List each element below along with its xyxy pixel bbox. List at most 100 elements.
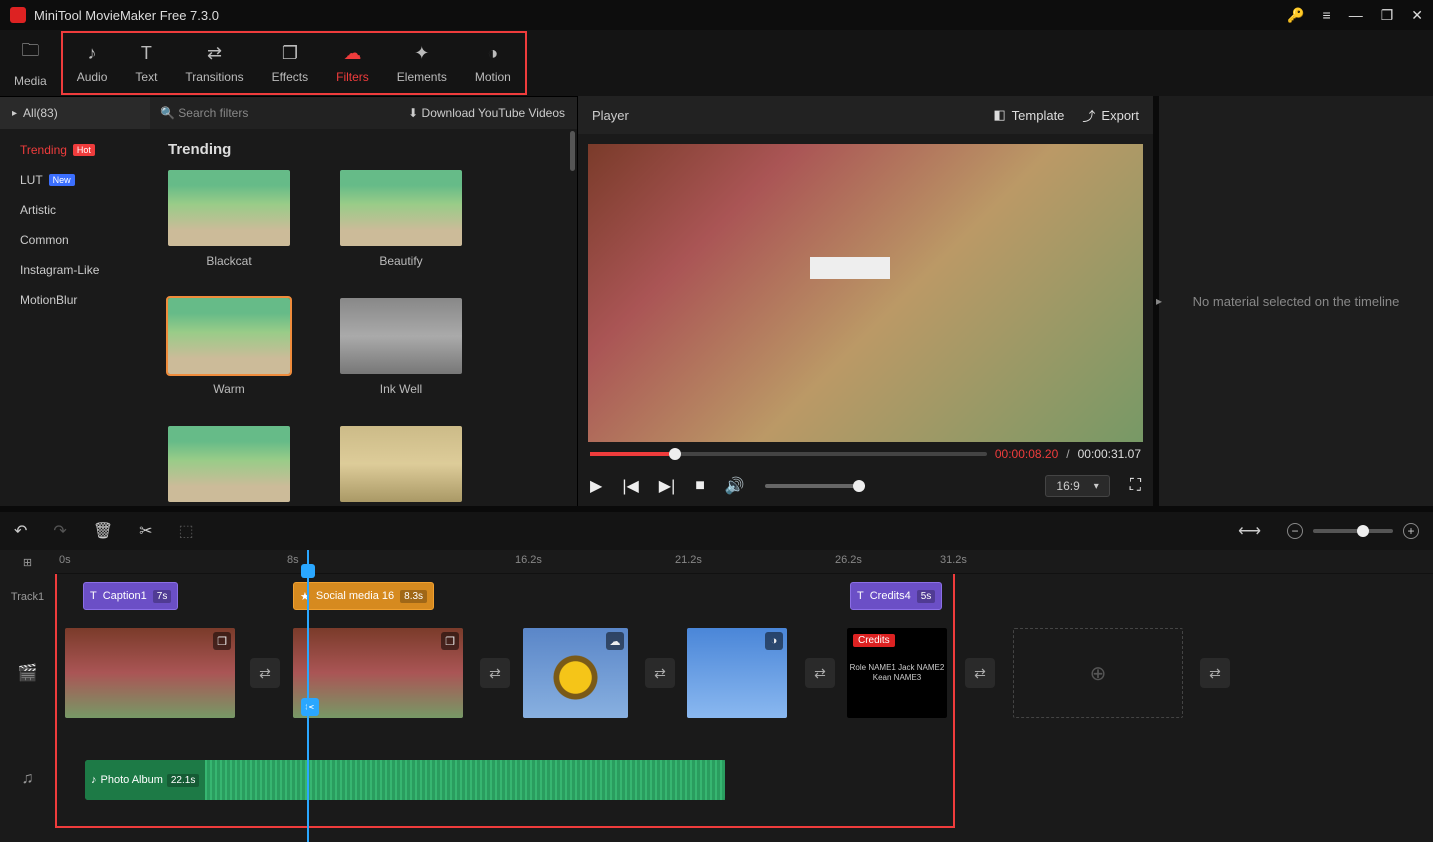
tab-audio[interactable]: ♪Audio — [63, 33, 122, 93]
video-clip-credits[interactable]: CreditsRole NAME1 Jack NAME2 Kean NAME3 — [847, 628, 947, 718]
filter-blackcat[interactable]: Blackcat — [168, 170, 290, 268]
time-ruler[interactable]: 0s 8s 16.2s 21.2s 26.2s 31.2s — [55, 550, 1433, 574]
stop-button[interactable]: ■ — [695, 477, 705, 495]
filter-beautify[interactable]: Beautify — [340, 170, 462, 268]
text-icon: T — [857, 590, 864, 602]
cat-common[interactable]: Common — [20, 233, 150, 247]
undo-button[interactable]: ↶ — [14, 521, 27, 541]
filters-icon: ☁ — [343, 43, 361, 64]
clip-caption1[interactable]: TCaption17s — [83, 582, 178, 610]
zoom-out-button[interactable]: − — [1287, 523, 1303, 539]
cat-artistic[interactable]: Artistic — [20, 203, 150, 217]
search-input[interactable]: 🔍 Search filters — [150, 106, 396, 120]
filter-emerald[interactable]: Emerald — [168, 426, 290, 506]
fit-button[interactable]: ⟷ — [1238, 521, 1261, 541]
filter-inkwell[interactable]: Ink Well — [340, 298, 462, 396]
maximize-button[interactable]: ❐ — [1381, 7, 1394, 24]
search-icon: 🔍 — [160, 106, 175, 120]
cat-instagram[interactable]: Instagram-Like — [20, 263, 150, 277]
add-track-button[interactable]: ⊞ — [0, 550, 55, 574]
timeline-toolbar: ↶ ↷ 🗑 ✂ ⬚ ⟷ − + — [0, 506, 1433, 550]
audio-track[interactable]: ♪Photo Album22.1s — [55, 726, 1433, 832]
minimize-button[interactable]: — — [1349, 7, 1363, 23]
crop-button[interactable]: ⬚ — [179, 521, 194, 541]
key-icon[interactable]: 🔑 — [1287, 7, 1304, 24]
tab-transitions[interactable]: ⇄Transitions — [171, 33, 257, 93]
split-marker-icon: ✂ — [301, 698, 319, 716]
waveform — [205, 760, 725, 800]
tab-motion[interactable]: ◑Motion — [461, 33, 525, 93]
menu-icon[interactable]: ≡ — [1323, 7, 1331, 23]
timeline-body[interactable]: 0s 8s 16.2s 21.2s 26.2s 31.2s TCaption17… — [55, 550, 1433, 842]
tab-text[interactable]: TText — [121, 33, 171, 93]
export-button[interactable]: ⤴Export — [1082, 106, 1139, 125]
player-controls: ▶ |◀ ▶| ■ 🔊 16:9 ⛶ — [578, 466, 1153, 506]
zoom-slider[interactable] — [1313, 529, 1393, 533]
text-track[interactable]: TCaption17s ★Social media 168.3s TCredit… — [55, 574, 1433, 620]
cat-lut[interactable]: LUTNew — [20, 173, 150, 187]
delete-button[interactable]: 🗑 — [93, 521, 113, 541]
split-button[interactable]: ✂ — [139, 521, 152, 541]
inspector-panel: ▸ No material selected on the timeline — [1153, 96, 1433, 506]
tab-effects[interactable]: ❐Effects — [258, 33, 322, 93]
next-frame-button[interactable]: ▶| — [659, 476, 675, 496]
cat-motionblur[interactable]: MotionBlur — [20, 293, 150, 307]
download-youtube-button[interactable]: ⬇ Download YouTube Videos — [396, 106, 577, 120]
grid-heading: Trending — [168, 141, 577, 158]
main-tabs: 🗀Media ♪Audio TText ⇄Transitions ❐Effect… — [0, 30, 1433, 96]
layers-icon: ❐ — [213, 632, 231, 650]
playhead[interactable] — [307, 550, 309, 842]
filter-warm[interactable]: Warm — [168, 298, 290, 396]
filter-kevin[interactable]: Kevin — [340, 426, 462, 506]
play-button[interactable]: ▶ — [590, 476, 602, 496]
clip-credits4[interactable]: TCredits45s — [850, 582, 942, 610]
filter-browser: All(83) 🔍 Search filters ⬇ Download YouT… — [0, 96, 577, 506]
transition-slot-4[interactable]: ⇄ — [805, 658, 835, 688]
video-placeholder[interactable]: ⊕ — [1013, 628, 1183, 718]
prev-frame-button[interactable]: |◀ — [622, 476, 638, 496]
seek-bar[interactable] — [590, 452, 987, 456]
video-preview[interactable] — [588, 144, 1143, 442]
tab-elements[interactable]: ✦Elements — [383, 33, 461, 93]
layers-icon: ❐ — [441, 632, 459, 650]
filter-toolbar: All(83) 🔍 Search filters ⬇ Download YouT… — [0, 97, 577, 129]
window-title: MiniTool MovieMaker Free 7.3.0 — [34, 8, 1287, 23]
aspect-ratio-select[interactable]: 16:9 — [1045, 475, 1109, 497]
template-button[interactable]: ◧Template — [993, 107, 1064, 123]
motion-icon: ◑ — [765, 632, 783, 650]
audio-track-icon: ♫ — [0, 726, 55, 832]
redo-button[interactable]: ↷ — [53, 521, 66, 541]
text-icon: T — [90, 590, 97, 602]
hot-badge: Hot — [73, 144, 95, 156]
tab-filters[interactable]: ☁Filters — [322, 33, 383, 93]
player-panel: Player ◧Template ⤴Export 00:00:08.20 / 0… — [577, 96, 1153, 506]
filter-all[interactable]: All(83) — [0, 97, 150, 129]
panel-collapse-handle[interactable]: ▸ — [1156, 294, 1162, 308]
video-clip-4[interactable]: ◑ — [687, 628, 787, 718]
fullscreen-button[interactable]: ⛶ — [1130, 477, 1141, 495]
video-clip-2[interactable]: ❐✂ — [293, 628, 463, 718]
video-clip-3[interactable]: ☁ — [523, 628, 628, 718]
clip-social-media[interactable]: ★Social media 168.3s — [293, 582, 434, 610]
transition-slot-2[interactable]: ⇄ — [480, 658, 510, 688]
cat-trending[interactable]: TrendingHot — [20, 143, 150, 157]
transition-slot-1[interactable]: ⇄ — [250, 658, 280, 688]
credits-preview-text: Role NAME1 Jack NAME2 Kean NAME3 — [847, 628, 947, 718]
motion-icon: ◑ — [487, 43, 498, 64]
elements-icon: ✦ — [414, 43, 429, 64]
transition-slot-5[interactable]: ⇄ — [965, 658, 995, 688]
scrollbar[interactable] — [570, 131, 575, 171]
volume-slider[interactable] — [765, 484, 865, 488]
text-icon: T — [141, 43, 152, 64]
tab-media[interactable]: 🗀Media — [0, 30, 61, 96]
zoom-in-button[interactable]: + — [1403, 523, 1419, 539]
volume-icon[interactable]: 🔊 — [725, 476, 745, 496]
video-clip-1[interactable]: ❐ — [65, 628, 235, 718]
close-button[interactable]: ✕ — [1411, 7, 1423, 24]
tab-highlight-group: ♪Audio TText ⇄Transitions ❐Effects ☁Filt… — [61, 31, 527, 95]
audio-clip-photo-album[interactable]: ♪Photo Album22.1s — [85, 760, 725, 800]
transition-slot-3[interactable]: ⇄ — [645, 658, 675, 688]
transition-slot-6[interactable]: ⇄ — [1200, 658, 1230, 688]
video-track[interactable]: ❐ ⇄ ❐✂ ⇄ ☁ ⇄ ◑ ⇄ CreditsRole NAME1 Jack … — [55, 620, 1433, 726]
export-icon: ⤴ — [1082, 106, 1095, 125]
